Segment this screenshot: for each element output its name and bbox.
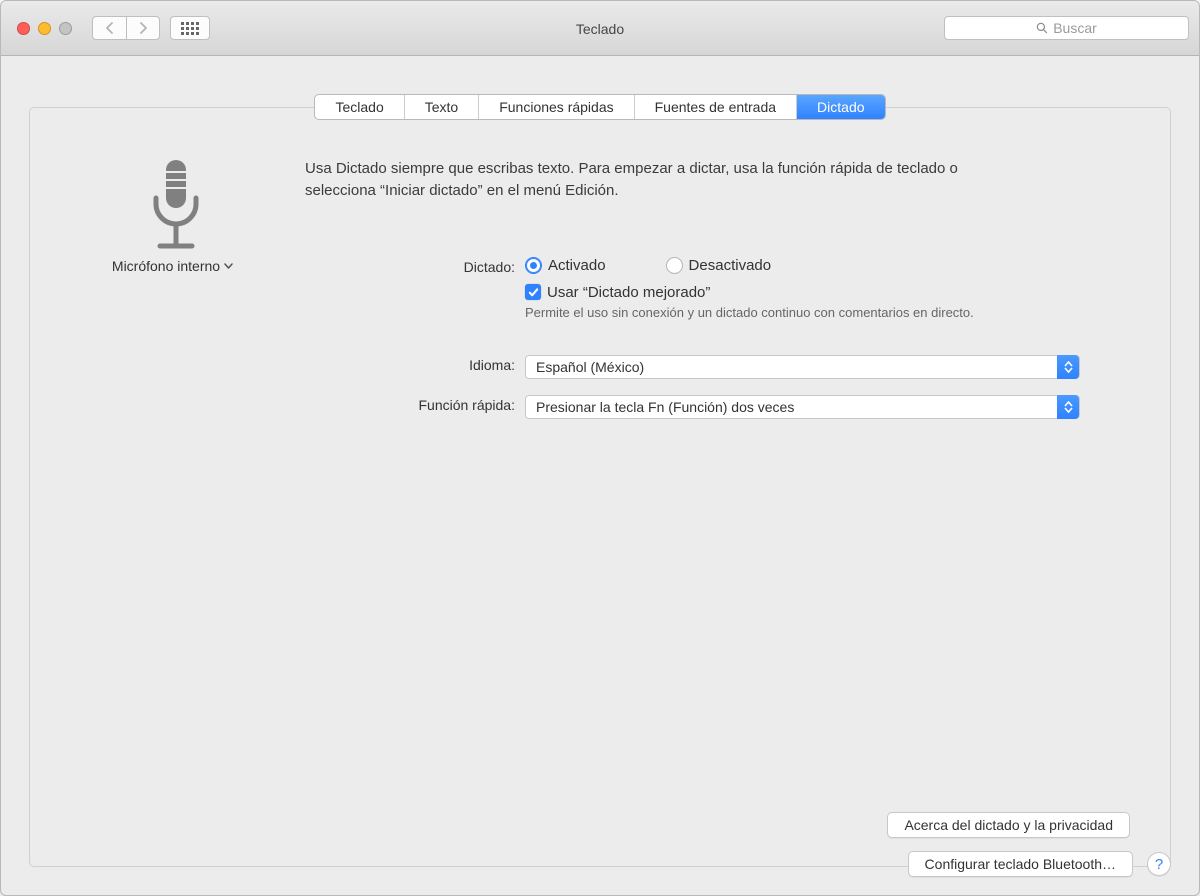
tab-fuentes[interactable]: Fuentes de entrada — [635, 95, 797, 119]
window-controls — [17, 22, 72, 35]
radio-dot-icon — [666, 257, 683, 274]
shortcut-value: Presionar la tecla Fn (Función) dos vece… — [536, 399, 794, 415]
search-input[interactable]: Buscar — [944, 16, 1189, 40]
dictation-label: Dictado: — [305, 257, 525, 275]
body: Teclado Texto Funciones rápidas Fuentes … — [1, 56, 1199, 895]
help-button[interactable]: ? — [1147, 852, 1171, 876]
maximize-button[interactable] — [59, 22, 72, 35]
radio-on-label: Activado — [548, 257, 606, 274]
select-stepper-icon — [1057, 355, 1079, 379]
radio-desactivado[interactable]: Desactivado — [666, 257, 772, 274]
forward-button[interactable] — [126, 16, 160, 40]
toolbar: Teclado Buscar — [1, 1, 1199, 56]
chevron-down-icon — [224, 263, 233, 269]
shortcut-label: Función rápida: — [305, 395, 525, 413]
enhanced-description: Permite el uso sin conexión y un dictado… — [525, 304, 1005, 322]
enhanced-dictation-checkbox[interactable]: Usar “Dictado mejorado” — [525, 284, 710, 301]
privacy-button[interactable]: Acerca del dictado y la privacidad — [887, 812, 1130, 838]
panel: Micrófono interno Usa Dictado siempre qu… — [29, 107, 1171, 867]
footer: Configurar teclado Bluetooth… ? — [29, 851, 1171, 877]
language-select[interactable]: Español (México) — [525, 355, 1080, 379]
tab-bar: Teclado Texto Funciones rápidas Fuentes … — [29, 94, 1171, 120]
language-label: Idioma: — [305, 355, 525, 373]
radio-off-label: Desactivado — [689, 257, 772, 274]
enhanced-label: Usar “Dictado mejorado” — [547, 284, 710, 301]
tab-funciones[interactable]: Funciones rápidas — [479, 95, 634, 119]
radio-dot-icon — [525, 257, 542, 274]
preferences-window: Teclado Buscar Teclado Texto Funciones r… — [0, 0, 1200, 896]
back-button[interactable] — [92, 16, 126, 40]
chevron-left-icon — [105, 22, 114, 34]
mic-column: Micrófono interno — [70, 158, 275, 429]
radio-activado[interactable]: Activado — [525, 257, 606, 274]
chevron-right-icon — [139, 22, 148, 34]
search-placeholder: Buscar — [1053, 20, 1097, 36]
show-all-button[interactable] — [170, 16, 210, 40]
language-value: Español (México) — [536, 359, 644, 375]
minimize-button[interactable] — [38, 22, 51, 35]
microphone-icon — [146, 158, 200, 248]
tab-dictado[interactable]: Dictado — [797, 95, 884, 119]
shortcut-select[interactable]: Presionar la tecla Fn (Función) dos vece… — [525, 395, 1080, 419]
select-stepper-icon — [1057, 395, 1079, 419]
nav-buttons — [92, 16, 160, 40]
bluetooth-keyboard-button[interactable]: Configurar teclado Bluetooth… — [908, 851, 1133, 877]
tab-texto[interactable]: Texto — [405, 95, 479, 119]
mic-selector[interactable]: Micrófono interno — [112, 258, 233, 274]
description-text: Usa Dictado siempre que escribas texto. … — [305, 158, 1015, 202]
mic-label-text: Micrófono interno — [112, 258, 220, 274]
grid-icon — [181, 22, 199, 35]
settings-column: Usa Dictado siempre que escribas texto. … — [305, 158, 1130, 429]
close-button[interactable] — [17, 22, 30, 35]
search-icon — [1036, 22, 1048, 34]
tab-teclado[interactable]: Teclado — [315, 95, 404, 119]
checkbox-icon — [525, 284, 541, 300]
